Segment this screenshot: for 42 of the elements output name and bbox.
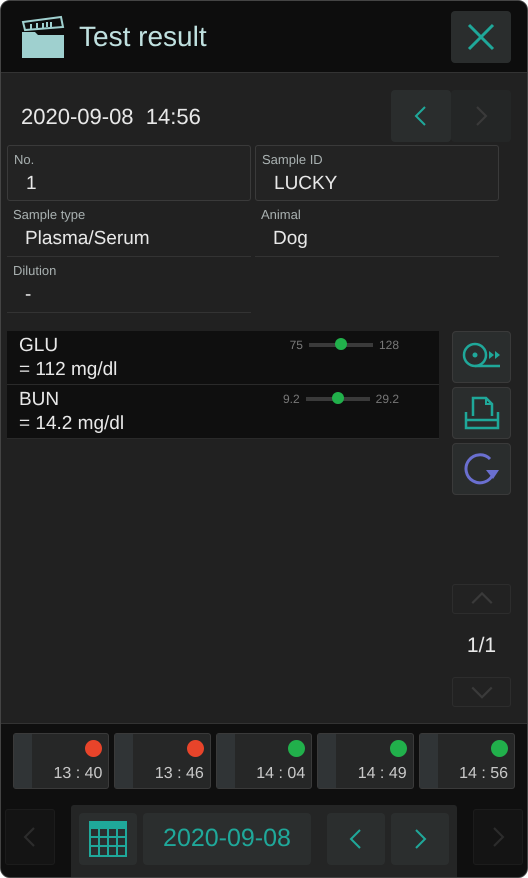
analyte-value: = 112 mg/dl — [19, 358, 118, 382]
history-record-button[interactable]: 14 : 56 — [418, 733, 516, 789]
field-label: Sample ID — [262, 151, 324, 169]
field-value: LUCKY — [274, 172, 338, 196]
field-label: Dilution — [13, 262, 58, 280]
range-high: 128 — [378, 337, 399, 354]
range-low: 9.2 — [282, 391, 300, 408]
analyte-name: BUN — [19, 388, 60, 412]
refresh-icon — [464, 452, 500, 486]
date-button[interactable]: 2020-09-08 — [143, 813, 311, 865]
field-value: Plasma/Serum — [25, 226, 151, 250]
print-button[interactable] — [452, 387, 511, 439]
history-record-button[interactable]: 13 : 46 — [114, 733, 211, 789]
page-indicator: 1/1 — [466, 632, 498, 658]
range-high: 29.2 — [376, 391, 399, 408]
close-icon — [467, 22, 495, 50]
history-record-button[interactable]: 13 : 40 — [13, 733, 110, 789]
field-label: Animal — [261, 206, 302, 224]
retest-button[interactable] — [452, 443, 511, 495]
calendar-icon — [89, 821, 127, 857]
field-value: Dog — [273, 226, 309, 250]
field-label: Sample type — [13, 206, 86, 224]
analyte-name: GLU — [19, 334, 60, 358]
previous-record-button[interactable] — [391, 90, 451, 142]
field-value: - — [25, 282, 32, 306]
result-row[interactable]: BUN = 14.2 mg/dl 9.2 29.2 — [7, 385, 439, 439]
export-button[interactable] — [452, 331, 511, 383]
record-datetime: 2020-09-08 14:56 — [21, 102, 201, 130]
field-label: No. — [14, 151, 36, 169]
window-title: Test result — [79, 20, 207, 54]
close-button[interactable] — [451, 10, 511, 62]
field-value: 1 — [26, 172, 38, 196]
calendar-button[interactable] — [79, 813, 137, 865]
previous-day-button[interactable] — [327, 813, 385, 865]
history-record-button[interactable]: 14 : 04 — [216, 733, 312, 789]
history-record-button[interactable]: 14 : 49 — [317, 733, 414, 789]
analyte-value: = 14.2 mg/dl — [19, 412, 124, 436]
next-day-button[interactable] — [391, 813, 449, 865]
folder-icon — [21, 14, 65, 58]
result-row[interactable]: GLU = 112 mg/dl 75 128 — [7, 331, 439, 385]
printer-icon — [464, 396, 500, 430]
range-low: 75 — [290, 337, 303, 354]
